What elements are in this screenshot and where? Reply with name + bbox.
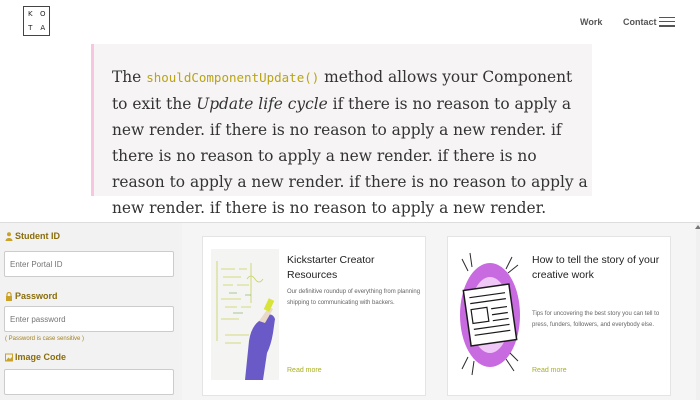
logo-letter: K [27,10,33,18]
logo-letter: A [40,24,46,32]
image-code-input[interactable] [4,369,174,395]
read-more-link[interactable]: Read more [287,367,322,374]
blockquote-text: The shouldComponentUpdate() method allow… [112,64,592,221]
top-navbar: K O T A Work Contact [0,0,700,44]
password-input[interactable] [4,306,174,332]
read-more-link[interactable]: Read more [532,367,567,374]
lock-icon [6,291,12,301]
hamburger-menu-icon[interactable] [659,17,675,27]
user-icon [5,231,13,241]
card-title[interactable]: Kickstarter Creator Resources [287,253,423,283]
logo-letter: O [39,10,46,18]
whiteboard-hand-image [211,249,279,380]
kota-logo[interactable]: K O T A [23,6,50,36]
image-icon [5,353,13,361]
image-code-label-text: Image Code [15,352,67,362]
resource-card[interactable]: Kickstarter Creator Resources Our defini… [202,236,426,396]
scroll-up-arrow-icon[interactable] [695,225,700,229]
student-id-label: Student ID [5,231,60,241]
quote-lead: The [112,68,147,86]
card-description: Tips for uncovering the best story you c… [532,311,660,328]
resource-card[interactable]: How to tell the story of your creative w… [447,236,671,396]
password-hint: ( Password is case sensitive ) [5,336,85,342]
quote-tail: if there is no reason to apply a new ren… [112,95,588,217]
password-label-text: Password [15,291,58,301]
inline-code: shouldComponentUpdate() [146,70,320,85]
card-title[interactable]: How to tell the story of your creative w… [532,253,668,283]
nav-link-contact[interactable]: Contact [623,17,657,27]
logo-letter: T [28,24,33,32]
nav-link-work[interactable]: Work [580,17,602,27]
card-description: Our definitive roundup of everything fro… [287,289,421,306]
newspaper-illustration [456,249,524,380]
quote-emphasis: Update life cycle [196,95,328,113]
password-label: Password [5,291,58,301]
image-code-label: Image Code [5,352,66,362]
student-id-label-text: Student ID [15,231,60,241]
student-id-input[interactable] [4,251,174,277]
vertical-scrollbar[interactable] [696,223,700,400]
